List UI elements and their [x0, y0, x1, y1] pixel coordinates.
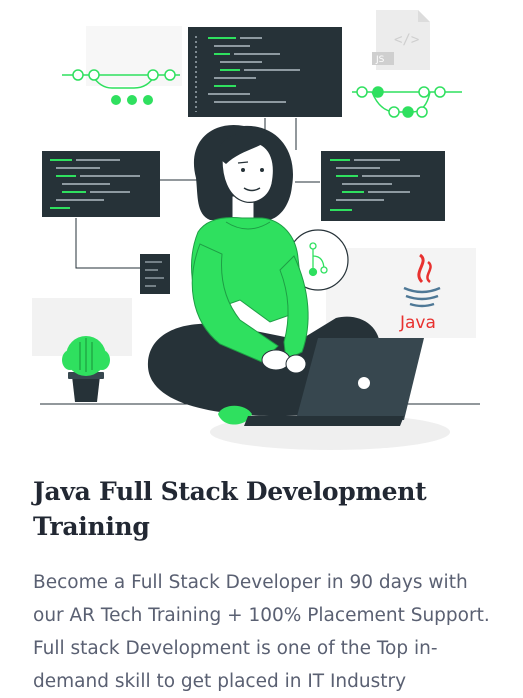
hero-illustration: </> JS Java	[0, 0, 523, 470]
code-window-small	[140, 254, 170, 294]
svg-text:Java: Java	[399, 313, 436, 333]
git-flow-left	[62, 69, 180, 105]
code-window-top	[188, 27, 342, 117]
course-title: Java Full Stack Development Training	[33, 477, 427, 541]
developer-illustration: </> JS Java	[32, 10, 480, 450]
course-description: Become a Full Stack Developer in 90 days…	[33, 572, 490, 692]
js-file-icon: </> JS	[372, 10, 430, 70]
svg-text:</>: </>	[394, 32, 419, 48]
cactus-plant	[62, 336, 110, 402]
git-flow-right	[352, 86, 462, 118]
code-window-left	[42, 151, 160, 217]
code-window-right	[321, 151, 445, 221]
svg-text:JS: JS	[375, 55, 385, 65]
